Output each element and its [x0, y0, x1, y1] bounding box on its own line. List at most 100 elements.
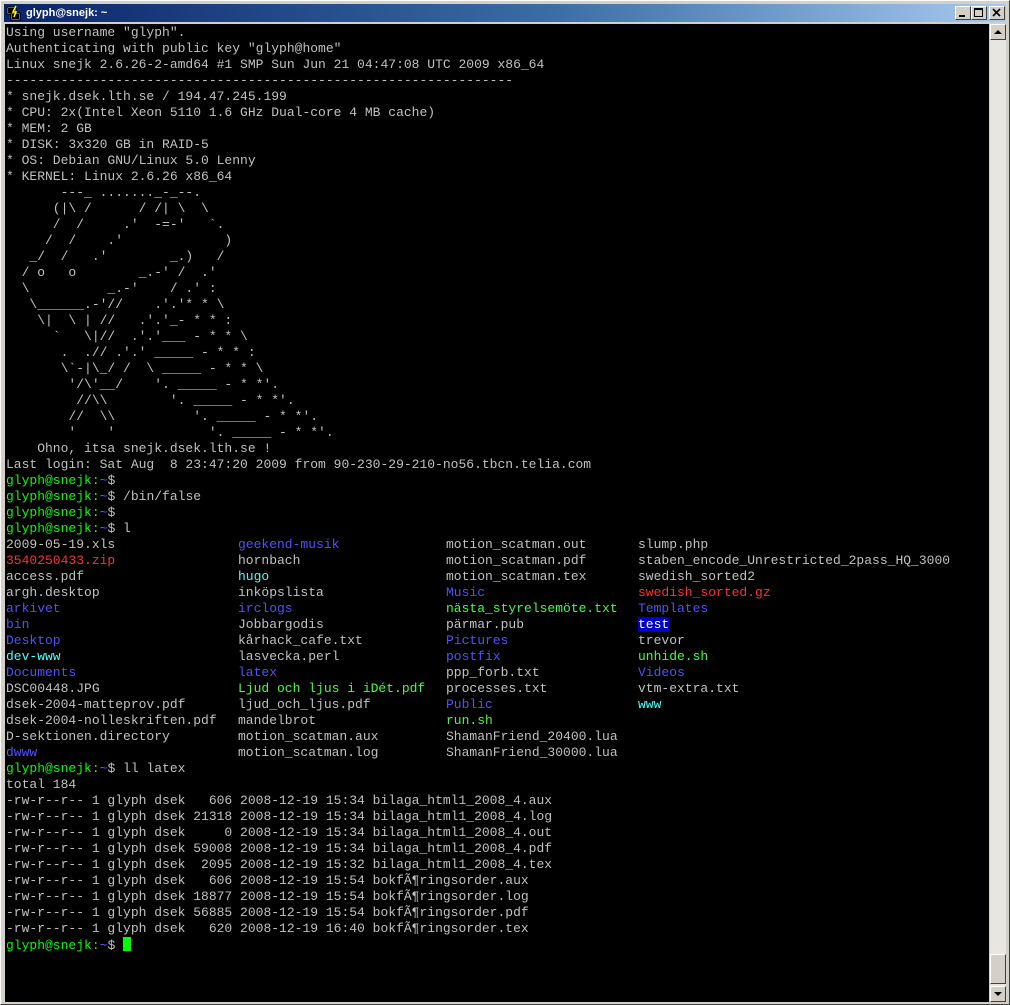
file-entry: D-sektionen.directory: [6, 729, 170, 744]
ls-cell: motion_scatman.out: [446, 537, 638, 553]
terminal-line: Last login: Sat Aug 8 23:47:20 2009 from…: [6, 457, 592, 472]
prompt-line: glyph@snejk:~$ l: [6, 521, 989, 537]
file-entry: processes.txt: [446, 681, 548, 696]
scroll-up-button[interactable]: [990, 24, 1006, 40]
ls-cell: swedish_sorted2: [638, 569, 968, 585]
file-entry: pärmar.pub: [446, 617, 525, 632]
file-entry: hugo: [238, 569, 270, 584]
file-entry: dsek-2004-matteprov.pdf: [6, 697, 186, 712]
terminal-line: / / .' ): [6, 233, 233, 248]
putty-icon[interactable]: [6, 5, 22, 21]
file-entry: ShamanFriend_20400.lua: [446, 729, 618, 744]
prompt-user-host: glyph@snejk:: [6, 505, 100, 520]
ls-row: dev-www lasvecka.perl postfix unhide.sh: [6, 649, 989, 665]
file-entry: Templates: [638, 601, 709, 616]
vertical-scrollbar[interactable]: [990, 24, 1006, 1002]
ls-cell: processes.txt: [446, 681, 638, 697]
file-entry: kårhack_cafe.txt: [238, 633, 363, 648]
file-entry: dev-www: [6, 649, 61, 664]
ls-row: dwww motion_scatman.log ShamanFriend_30000…: [6, 745, 989, 761]
ls-cell: nästa_styrelsemöte.txt: [446, 601, 638, 617]
terminal-line: * KERNEL: Linux 2.6.26 x86_64: [6, 169, 233, 184]
file-entry: Jobbargodis: [238, 617, 324, 632]
ls-cell: motion_scatman.pdf: [446, 553, 638, 569]
ls-cell: irclogs: [238, 601, 446, 617]
ls-cell: Documents: [6, 665, 238, 681]
prompt-line: glyph@snejk:~$ ll latex: [6, 761, 989, 777]
prompt-user-host: glyph@snejk:: [6, 489, 100, 504]
prompt-line: glyph@snejk:~$: [6, 505, 989, 521]
file-entry: arkivet: [6, 601, 61, 616]
file-entry: motion_scatman.pdf: [446, 553, 587, 568]
close-icon: [992, 8, 1001, 17]
terminal-line: -rw-r--r-- 1 glyph dsek 18877 2008-12-19…: [6, 889, 529, 904]
ls-row: arkivet irclogs nästa_styrelsemöte.txt Temp…: [6, 601, 989, 617]
ls-cell: Ljud och ljus i iDét.pdf: [238, 681, 446, 697]
ls-cell: test: [638, 617, 968, 633]
terminal-line: -rw-r--r-- 1 glyph dsek 620 2008-12-19 1…: [6, 921, 529, 936]
maximize-button[interactable]: [971, 6, 987, 20]
ls-cell: pärmar.pub: [446, 617, 638, 633]
ls-cell: DSC00448.JPG: [6, 681, 238, 697]
ls-cell: Jobbargodis: [238, 617, 446, 633]
terminal-line: _/ / .' _.) /: [6, 249, 225, 264]
ls-cell: latex: [238, 665, 446, 681]
ls-cell: access.pdf: [6, 569, 238, 585]
prompt-user-host: glyph@snejk:: [6, 761, 100, 776]
file-entry: Pictures: [446, 633, 509, 648]
terminal-window: glyph@snejk: ~ Using username "glyph". Au…: [0, 0, 1010, 1005]
title-bar[interactable]: glyph@snejk: ~: [4, 4, 1006, 22]
scroll-down-button[interactable]: [990, 986, 1006, 1002]
ls-cell: bin: [6, 617, 238, 633]
ls-row: dsek-2004-nolleskriften.pdf mandelbrot run…: [6, 713, 989, 729]
ls-cell: run.sh: [446, 713, 638, 729]
file-entry: postfix: [446, 649, 501, 664]
terminal-line: -rw-r--r-- 1 glyph dsek 606 2008-12-19 1…: [6, 793, 553, 808]
close-button[interactable]: [989, 6, 1005, 20]
terminal-line: * DISK: 3x320 GB in RAID-5: [6, 137, 209, 152]
minimize-button[interactable]: [955, 6, 971, 20]
prompt-symbol: $: [107, 473, 116, 488]
prompt-symbol: $: [107, 505, 116, 520]
terminal-lines: Using username "glyph". Authenticating wi…: [5, 24, 989, 953]
terminal-line: \| \ | // .'.'_- * * :: [6, 313, 233, 328]
ls-row: access.pdf hugo motion_scatman.tex swedish_…: [6, 569, 989, 585]
ls-cell: dsek-2004-matteprov.pdf: [6, 697, 238, 713]
terminal-line: // \\ '. _____ - * *'.: [6, 409, 319, 424]
ls-row: DSC00448.JPG Ljud och ljus i iDét.pdf proc…: [6, 681, 989, 697]
file-entry: motion_scatman.aux: [238, 729, 379, 744]
terminal-line: -rw-r--r-- 1 glyph dsek 21318 2008-12-19…: [6, 809, 553, 824]
ls-cell: Templates: [638, 601, 968, 617]
file-entry: ShamanFriend_30000.lua: [446, 745, 618, 760]
ls-cell: slump.php: [638, 537, 968, 553]
file-entry: Videos: [638, 665, 685, 680]
file-entry: staben_encode_Unrestricted_2pass_HQ_3000: [638, 553, 951, 568]
prompt-line: glyph@snejk:~$ /bin/false: [6, 489, 989, 505]
file-entry: dwww: [6, 745, 38, 760]
terminal-line: Using username "glyph".: [6, 25, 186, 40]
ls-cell: Public: [446, 697, 638, 713]
terminal-line: \ _.-' / .' :: [6, 281, 217, 296]
ls-cell: hugo: [238, 569, 446, 585]
terminal-line: \`-|\_/ / \ _____ - * * \: [6, 361, 264, 376]
file-entry: 2009-05-19.xls: [6, 537, 116, 552]
scroll-thumb[interactable]: [990, 954, 1006, 984]
ls-row: Desktop kårhack_cafe.txt Pictures trevor: [6, 633, 989, 649]
terminal-line: -rw-r--r-- 1 glyph dsek 2095 2008-12-19 …: [6, 857, 553, 872]
terminal-line: . .// .'.' _____ - * * :: [6, 345, 256, 360]
file-entry: Desktop: [6, 633, 61, 648]
ls-cell: www: [638, 697, 968, 713]
terminal-line: ---_ ......._-_--.: [6, 185, 202, 200]
terminal-output[interactable]: Using username "glyph". Authenticating wi…: [5, 24, 989, 1002]
ls-row: 2009-05-19.xls geekend-musik motion_scatma…: [6, 537, 989, 553]
file-entry: access.pdf: [6, 569, 85, 584]
terminal-line: ' ' '. _____ - * *'.: [6, 425, 334, 440]
ls-cell: inköpslista: [238, 585, 446, 601]
ls-row: bin Jobbargodis pärmar.pub test: [6, 617, 989, 633]
ls-row: D-sektionen.directory motion_scatman.aux S…: [6, 729, 989, 745]
terminal-line: ----------------------------------------…: [6, 73, 514, 88]
arrow-up-icon: [994, 30, 1002, 34]
ls-cell: Videos: [638, 665, 968, 681]
maximize-icon: [974, 8, 983, 17]
file-entry: Ljud och ljus i iDét.pdf: [238, 681, 426, 696]
